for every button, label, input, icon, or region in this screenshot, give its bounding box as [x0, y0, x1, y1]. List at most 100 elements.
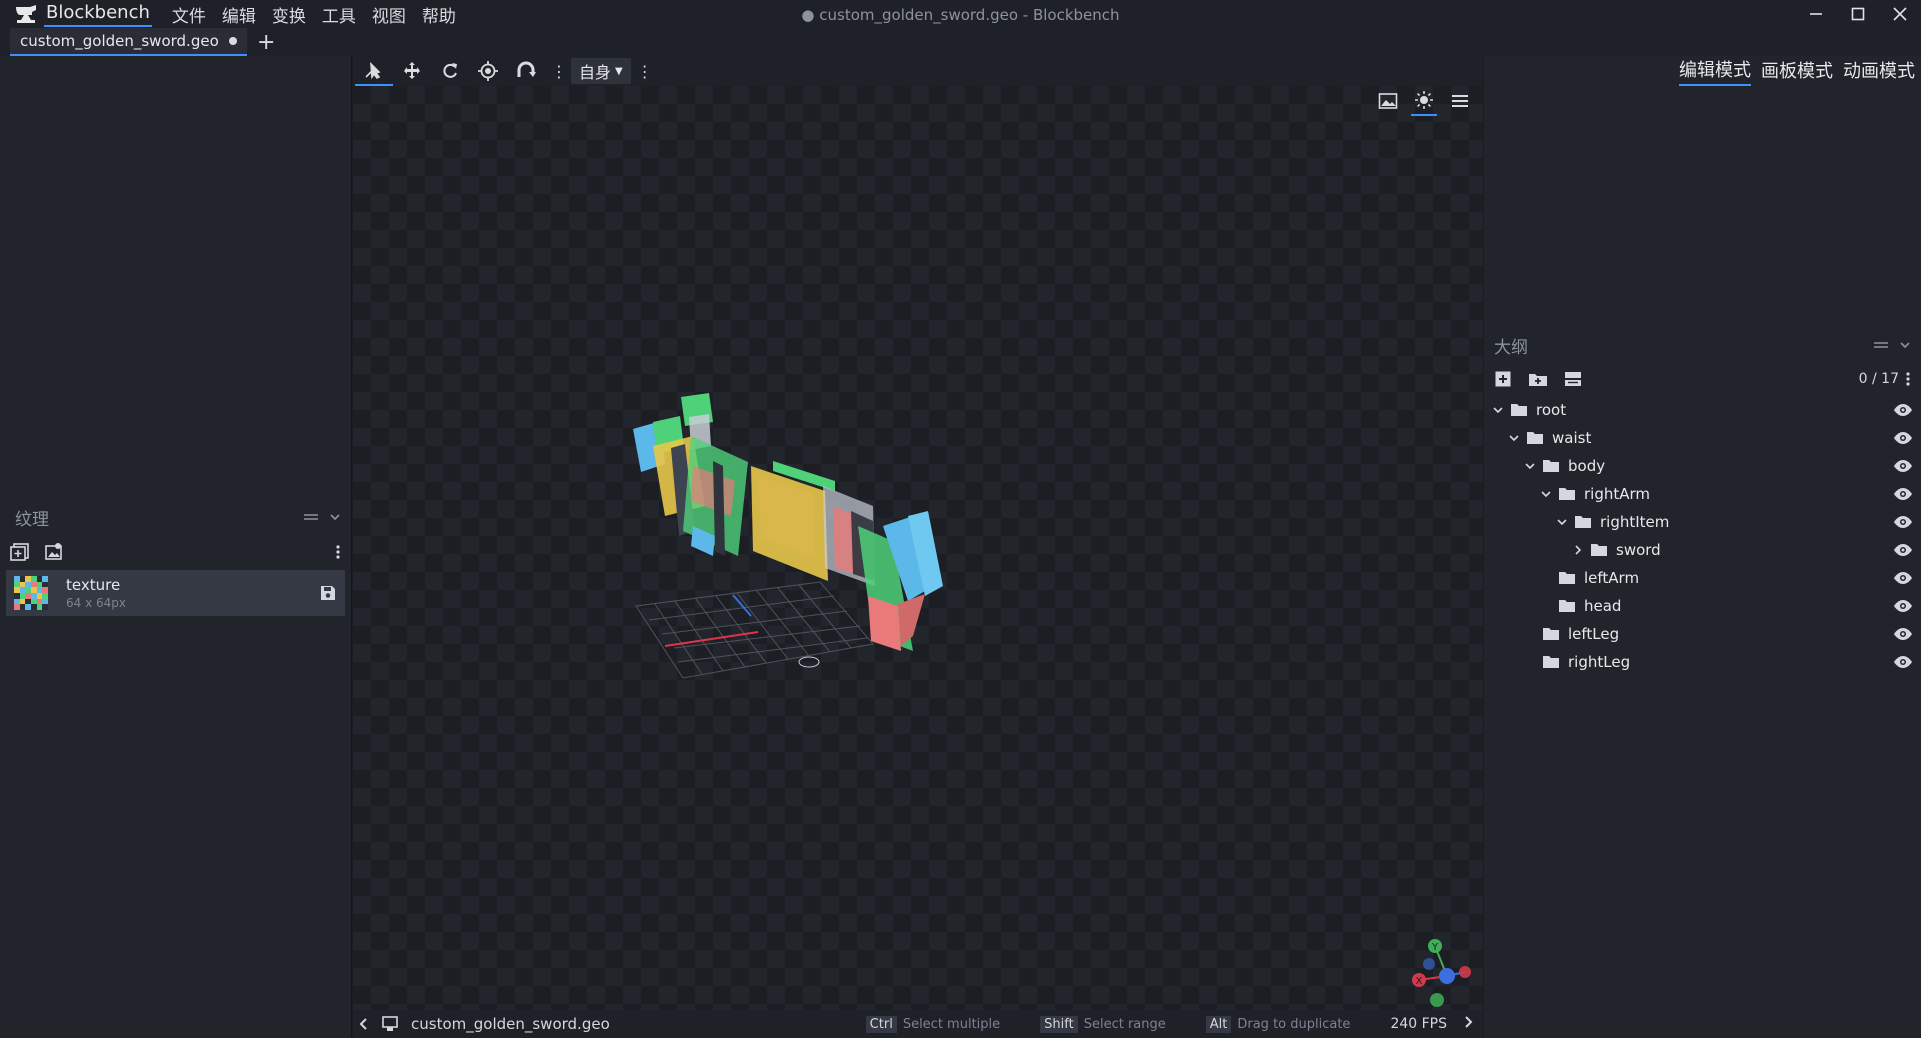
- tab-animate-mode[interactable]: 动画模式: [1843, 57, 1915, 85]
- textures-panel-header: 纹理: [0, 500, 351, 534]
- import-texture-icon[interactable]: [10, 543, 30, 561]
- move-tool-button[interactable]: [355, 56, 393, 86]
- chevron-left-icon[interactable]: [357, 1017, 371, 1031]
- tree-node-leftArm[interactable]: leftArm: [1484, 564, 1921, 592]
- chevron-down-icon[interactable]: [1506, 430, 1522, 446]
- panel-fold-icon[interactable]: [303, 511, 319, 523]
- folder-icon: [1590, 543, 1608, 557]
- axis-gizmo[interactable]: Y X: [1405, 938, 1477, 1010]
- tree-node-root[interactable]: root: [1484, 396, 1921, 424]
- collapse-groups-icon[interactable]: [1564, 370, 1582, 388]
- toolbar-more-icon[interactable]: ⋮: [551, 62, 567, 81]
- chevron-down-icon[interactable]: [1554, 514, 1570, 530]
- add-group-icon[interactable]: [1528, 370, 1548, 388]
- menu-file[interactable]: 文件: [172, 2, 206, 27]
- tab-paint-mode[interactable]: 画板模式: [1761, 57, 1833, 85]
- eye-icon[interactable]: [1893, 654, 1913, 670]
- tree-node-sword[interactable]: sword: [1484, 536, 1921, 564]
- eye-icon[interactable]: [1893, 458, 1913, 474]
- outliner-tree: root waist body rightArm rightItem sword…: [1484, 396, 1921, 676]
- eye-icon[interactable]: [1893, 514, 1913, 530]
- resize-tool-button[interactable]: [393, 56, 431, 86]
- eye-icon[interactable]: [1893, 598, 1913, 614]
- tree-node-label: body: [1568, 457, 1606, 475]
- chevron-down-icon[interactable]: [1538, 486, 1554, 502]
- eye-icon[interactable]: [1893, 570, 1913, 586]
- 3d-viewport[interactable]: Y X: [353, 86, 1483, 1010]
- key-alt: Alt: [1205, 1015, 1232, 1033]
- folder-icon: [1574, 515, 1592, 529]
- panel-fold-icon[interactable]: [1873, 339, 1889, 351]
- tree-node-rightItem[interactable]: rightItem: [1484, 508, 1921, 536]
- tool-toolbar: ⋮ 自身 ▼ ⋮: [353, 56, 1483, 86]
- hint-shift: Shift Select range: [1040, 1015, 1166, 1033]
- eye-icon[interactable]: [1893, 626, 1913, 642]
- y-axis-neg-node[interactable]: [1430, 993, 1444, 1007]
- rotate-tool-button[interactable]: [431, 56, 469, 86]
- textures-toolbar: [0, 534, 351, 570]
- texture-list-item[interactable]: texture 64 x 64px: [6, 570, 345, 616]
- tree-node-leftLeg[interactable]: leftLeg: [1484, 620, 1921, 648]
- outliner-header: 大纲: [1484, 328, 1921, 362]
- eye-icon[interactable]: [1893, 542, 1913, 558]
- tab-custom-golden-sword[interactable]: custom_golden_sword.geo: [10, 28, 247, 56]
- transform-space-value: 自身: [579, 63, 612, 82]
- status-bar: custom_golden_sword.geo Ctrl Select mult…: [353, 1010, 1483, 1038]
- chevron-down-icon[interactable]: [1490, 402, 1506, 418]
- tree-node-rightLeg[interactable]: rightLeg: [1484, 648, 1921, 676]
- outliner-more-icon[interactable]: [1905, 371, 1911, 387]
- texture-thumbnail: [14, 576, 48, 610]
- chevron-down-icon[interactable]: [1522, 458, 1538, 474]
- menu-edit[interactable]: 编辑: [222, 2, 256, 27]
- menu-transform[interactable]: 变换: [272, 2, 306, 27]
- add-cube-icon[interactable]: [1494, 370, 1512, 388]
- model-scene: [633, 393, 943, 679]
- minimize-button[interactable]: [1795, 0, 1837, 28]
- folder-icon: [1558, 487, 1576, 501]
- menu-tools[interactable]: 工具: [322, 2, 356, 27]
- unsaved-dot-icon[interactable]: [229, 37, 237, 45]
- textures-panel-title: 纹理: [15, 509, 49, 530]
- eye-icon[interactable]: [1893, 486, 1913, 502]
- close-button[interactable]: [1879, 0, 1921, 28]
- blockbench-logo[interactable]: Blockbench: [14, 0, 152, 28]
- chevron-right-icon[interactable]: [1570, 542, 1586, 558]
- rotate-icon: [443, 63, 457, 78]
- more-options-icon[interactable]: [335, 544, 341, 560]
- pivot-tool-button[interactable]: [469, 56, 507, 86]
- hint-alt: Alt Drag to duplicate: [1205, 1015, 1351, 1033]
- minimize-icon: [1810, 13, 1822, 15]
- window-controls: [1795, 0, 1921, 28]
- eye-icon[interactable]: [1893, 430, 1913, 446]
- tree-node-body[interactable]: body: [1484, 452, 1921, 480]
- tree-node-label: rightArm: [1584, 485, 1651, 503]
- tree-node-waist[interactable]: waist: [1484, 424, 1921, 452]
- transform-space-select[interactable]: 自身 ▼: [571, 58, 631, 84]
- z-axis-node[interactable]: [1439, 968, 1455, 984]
- menu-view[interactable]: 视图: [372, 2, 406, 27]
- menu-help[interactable]: 帮助: [422, 2, 456, 27]
- create-texture-icon[interactable]: [44, 543, 64, 561]
- eye-icon[interactable]: [1893, 402, 1913, 418]
- new-tab-button[interactable]: +: [257, 30, 275, 55]
- folder-icon: [1558, 599, 1576, 613]
- toolbar-more-icon-2[interactable]: ⋮: [637, 62, 653, 81]
- vertex-snap-tool-button[interactable]: [507, 56, 545, 86]
- chevron-right-icon[interactable]: [1461, 1015, 1475, 1033]
- chevron-down-icon[interactable]: [329, 511, 341, 523]
- maximize-button[interactable]: [1837, 0, 1879, 28]
- tree-node-head[interactable]: head: [1484, 592, 1921, 620]
- tree-node-label: head: [1584, 597, 1622, 615]
- tree-node-rightArm[interactable]: rightArm: [1484, 480, 1921, 508]
- app-name[interactable]: Blockbench: [44, 1, 152, 27]
- tab-edit-mode[interactable]: 编辑模式: [1679, 56, 1751, 86]
- chevron-down-icon[interactable]: [1899, 339, 1911, 351]
- z-axis-neg-node[interactable]: [1459, 966, 1471, 978]
- folder-icon: [1542, 459, 1560, 473]
- maximize-icon: [1851, 7, 1865, 21]
- menu-bar: 文件 编辑 变换 工具 视图 帮助: [164, 2, 464, 27]
- x-axis-neg-node[interactable]: [1423, 958, 1435, 970]
- save-texture-icon[interactable]: [319, 584, 337, 602]
- target-icon: [478, 61, 498, 81]
- hint-alt-label: Drag to duplicate: [1237, 1016, 1351, 1032]
